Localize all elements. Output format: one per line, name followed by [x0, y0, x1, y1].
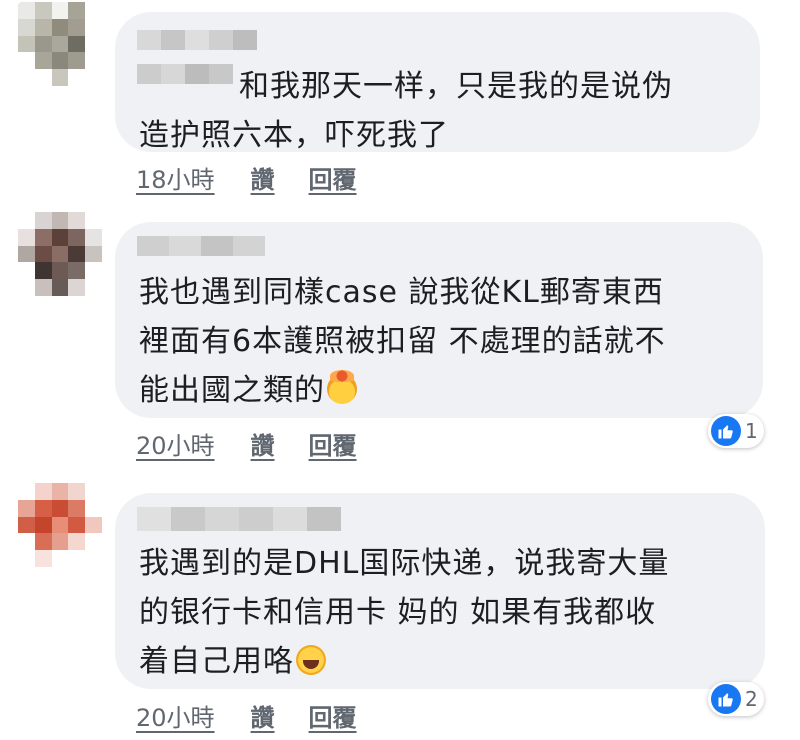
comment-text-content: 我也遇到同樣case 說我從KL郵寄東西 裡面有6本護照被扣留 不處理的話就不 … — [139, 275, 666, 408]
comment-meta: 18小時 讚 回覆 — [136, 160, 357, 195]
comment-text: 和我那天一样，只是我的是说伪 造护照六本，吓死我了 — [139, 69, 673, 153]
timestamp-link[interactable]: 20小時 — [136, 426, 215, 461]
reaction-count-badge[interactable]: 2 — [708, 682, 764, 716]
reply-button[interactable]: 回覆 — [309, 426, 357, 461]
comment-text: 我遇到的是DHL国际快递，说我寄大量 的银行卡和信用卡 妈的 如果有我都收 着自… — [139, 539, 669, 686]
reaction-count: 2 — [745, 687, 758, 711]
thumbs-up-icon — [711, 684, 741, 714]
author-name-redacted[interactable] — [137, 30, 257, 50]
comment-meta: 20小時 讚 回覆 — [136, 426, 357, 461]
avatar[interactable] — [18, 212, 102, 296]
thumbs-up-icon — [711, 416, 741, 446]
timestamp-link[interactable]: 18小時 — [136, 160, 215, 195]
avatar[interactable] — [18, 483, 102, 567]
avatar[interactable] — [18, 2, 102, 86]
reaction-count-badge[interactable]: 1 — [708, 414, 764, 448]
exploding-head-emoji-icon — [327, 370, 357, 404]
author-name-redacted[interactable] — [137, 507, 341, 531]
comment-bubble: 我也遇到同樣case 說我從KL郵寄東西 裡面有6本護照被扣留 不處理的話就不 … — [115, 222, 763, 418]
like-button[interactable]: 讚 — [251, 698, 275, 733]
reply-button[interactable]: 回覆 — [309, 160, 357, 195]
comment-bubble: 和我那天一样，只是我的是说伪 造护照六本，吓死我了 — [115, 12, 760, 153]
reply-button[interactable]: 回覆 — [309, 698, 357, 733]
author-name-redacted[interactable] — [137, 236, 265, 256]
tears-of-joy-emoji-icon — [296, 645, 326, 675]
comment-meta: 20小時 讚 回覆 — [136, 698, 357, 733]
like-button[interactable]: 讚 — [251, 426, 275, 461]
comment-text: 我也遇到同樣case 說我從KL郵寄東西 裡面有6本護照被扣留 不處理的話就不 … — [139, 268, 666, 415]
timestamp-link[interactable]: 20小時 — [136, 698, 215, 733]
comment-bubble: 我遇到的是DHL国际快递，说我寄大量 的银行卡和信用卡 妈的 如果有我都收 着自… — [115, 493, 765, 689]
reaction-count: 1 — [745, 419, 758, 443]
like-button[interactable]: 讚 — [251, 160, 275, 195]
comment-text-content: 我遇到的是DHL国际快递，说我寄大量 的银行卡和信用卡 妈的 如果有我都收 着自… — [139, 546, 670, 679]
